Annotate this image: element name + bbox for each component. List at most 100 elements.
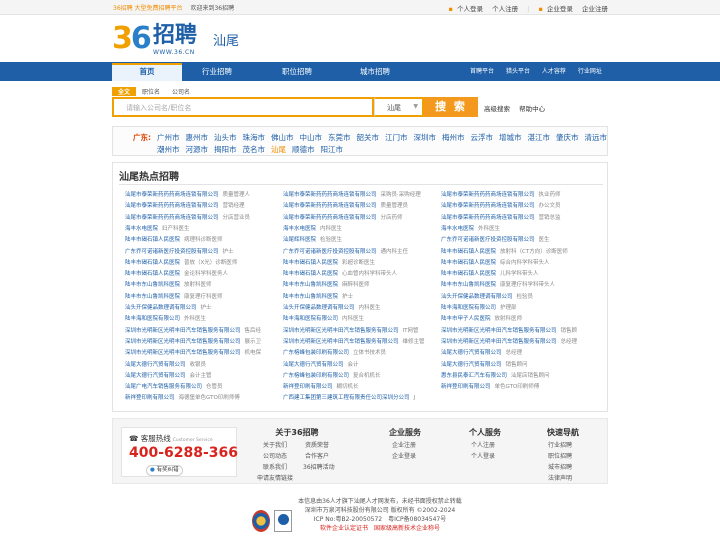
footer-link[interactable]: 公司动态	[263, 451, 287, 460]
job-link[interactable]: 护士	[342, 294, 353, 300]
search-tab-position[interactable]: 职位名	[136, 87, 166, 96]
footer-link[interactable]: 联系我们	[263, 462, 287, 471]
job-link[interactable]: 仓管员	[206, 384, 223, 390]
city-link[interactable]: 阳江市	[321, 145, 344, 154]
search-tab-company[interactable]: 公司名	[166, 87, 196, 96]
job-link[interactable]: 康复理疗科医师	[184, 294, 223, 300]
company-link[interactable]: 陆丰市东山鲁凯科医院	[125, 282, 180, 288]
job-link[interactable]: 执业药师	[539, 192, 561, 198]
city-link[interactable]: 肇庆市	[556, 133, 579, 142]
job-link[interactable]: 妇产科医生	[162, 226, 190, 232]
job-link[interactable]: 通内科主任	[381, 249, 409, 255]
job-link[interactable]: 单色GTO印刷师傅	[495, 384, 540, 390]
company-link[interactable]: 深圳市光明新区光明丰田汽车销售服务有限公司	[125, 328, 241, 334]
company-link[interactable]: 陆丰市碣石镇人民医院	[283, 271, 338, 277]
job-link[interactable]: 外科医生	[184, 316, 206, 322]
job-link[interactable]: 内科医生	[320, 226, 342, 232]
nav-link-talent[interactable]: 人才容荐	[542, 68, 566, 75]
job-link[interactable]: 护理部	[500, 305, 517, 311]
job-link[interactable]: 放射科（CT方向）诊断医师	[500, 249, 568, 255]
company-link[interactable]: 汕尾广电汽车销售服务有限公司	[125, 384, 202, 390]
job-link[interactable]: 收银员	[190, 362, 207, 368]
company-link[interactable]: 广东乔可诺诸新医疗投资控股有限公司	[283, 249, 377, 255]
search-tab-fulltext[interactable]: 全文	[112, 87, 137, 96]
job-link[interactable]: 采购员·采购经理	[381, 192, 421, 198]
company-link[interactable]: 汕尾市泰荣新药药药商场连锁有限公司	[283, 192, 377, 198]
job-link[interactable]: 立体书技术员	[353, 350, 386, 356]
job-link[interactable]: 复合机机长	[353, 373, 381, 379]
search-input[interactable]: 请输入公司名/职位名	[112, 97, 374, 117]
company-link[interactable]: 海丰水电医院	[283, 226, 316, 232]
company-link[interactable]: 深圳市光明新区光明丰田汽车销售服务有限公司	[283, 328, 399, 334]
company-link[interactable]: 陆丰市碣石镇人民医院	[125, 271, 180, 277]
company-link[interactable]: 陆丰市碣石镇人民医院	[283, 260, 338, 266]
company-link[interactable]: 汕尾大德行汽贸有限公司	[441, 350, 502, 356]
city-link[interactable]: 东莞市	[328, 133, 351, 142]
company-link[interactable]: 汕尾市泰荣新药药药商场连锁有限公司	[125, 203, 219, 209]
job-link[interactable]: 营销经理	[223, 203, 245, 209]
company-link[interactable]: 广东榕峰包装印刷有限公司	[283, 373, 349, 379]
company-link[interactable]: 汕尾辉科医院	[283, 237, 316, 243]
company-link[interactable]: 陆丰市东山鲁凯科医院	[283, 294, 338, 300]
company-link[interactable]: 汕头开保健品数理调有限公司	[283, 305, 355, 311]
job-link[interactable]: 销售顾问	[506, 362, 528, 368]
city-select[interactable]: 汕尾 ▼	[374, 97, 424, 117]
city-link[interactable]: 中山市	[300, 133, 323, 142]
job-link[interactable]: 汕尾店销售顾问	[511, 373, 550, 379]
city-link[interactable]: 湛江市	[528, 133, 551, 142]
job-link[interactable]: 护士	[201, 305, 212, 311]
job-link[interactable]: 医生	[539, 237, 550, 243]
footer-link[interactable]: 企业登录	[392, 451, 416, 460]
footer-link[interactable]: 城市招聘	[548, 462, 572, 471]
nav-link-industry-url[interactable]: 行业网址	[578, 68, 602, 75]
job-link[interactable]: 护士	[223, 249, 234, 255]
company-link[interactable]: 广西建工集团第三建筑工程有限责任公司深圳分公司	[283, 395, 410, 401]
company-link[interactable]: 陆丰市碣石镇人民医院	[125, 237, 180, 243]
job-link[interactable]: 糊切机长	[337, 384, 359, 390]
footer-link[interactable]: 企业注册	[392, 440, 416, 449]
job-link[interactable]: 会计主管	[190, 373, 212, 379]
job-link[interactable]: 病理科诊断医师	[184, 237, 223, 243]
footer-link[interactable]: 个人登录	[471, 451, 495, 460]
city-link[interactable]: 惠州市	[186, 133, 209, 142]
company-link[interactable]: 汕尾市泰荣新药药药商场连锁有限公司	[441, 192, 535, 198]
job-link[interactable]: 销售顾	[561, 328, 578, 334]
company-link[interactable]: 广东乔可诺诸新医疗投资控股有限公司	[441, 237, 535, 243]
company-register-link[interactable]: 企业注册	[582, 5, 608, 13]
search-button[interactable]: 搜 索	[424, 97, 478, 117]
company-link[interactable]: 深圳市光明新区光明丰田汽车销售服务有限公司	[125, 339, 241, 345]
company-link[interactable]: 汕尾大德行汽贸有限公司	[125, 373, 186, 379]
personal-login-link[interactable]: 个人登录	[457, 5, 483, 13]
footer-link[interactable]: 合作客户	[305, 451, 329, 460]
advanced-search-link[interactable]: 高级搜索	[484, 105, 510, 113]
company-link[interactable]: 惠东县民泰汇汽车有限公司	[441, 373, 507, 379]
company-link[interactable]: 新祥登印刷有限公司	[283, 384, 333, 390]
city-link[interactable]: 潮州市	[157, 145, 180, 154]
job-link[interactable]: 麻醉科医师	[342, 282, 370, 288]
company-link[interactable]: 新祥登印刷有限公司	[441, 384, 491, 390]
feedback-button[interactable]: ● 有奖纠错	[146, 465, 183, 476]
company-link[interactable]: 汕尾市泰荣新药药药商场连锁有限公司	[283, 215, 377, 221]
company-link[interactable]: 汕尾市泰荣新药药药商场连锁有限公司	[441, 215, 535, 221]
company-link[interactable]: 新祥登印刷有限公司	[125, 395, 175, 401]
company-link[interactable]: 深圳市光明新区光明丰田汽车销售服务有限公司	[283, 339, 399, 345]
city-link[interactable]: 清远市	[585, 133, 608, 142]
company-link[interactable]: 陆丰市碣石镇人民医院	[441, 271, 496, 277]
city-link[interactable]: 韶关市	[357, 133, 380, 142]
job-link[interactable]: 康复理疗科学科带头人	[500, 282, 555, 288]
nav-link-headhunter[interactable]: 猎头平台	[506, 68, 530, 75]
tab-home[interactable]: 首页	[112, 63, 182, 81]
company-link[interactable]: 陆丰海和医院有限公司	[125, 316, 180, 322]
company-link[interactable]: 汕头开保健品数理调有限公司	[125, 305, 197, 311]
footer-link[interactable]: 法律声明	[548, 473, 572, 482]
job-link[interactable]: 放射科医师	[184, 282, 212, 288]
job-link[interactable]: 检验医生	[320, 237, 342, 243]
city-link[interactable]: 汕头市	[214, 133, 237, 142]
job-link[interactable]: 售后经	[245, 328, 262, 334]
job-link[interactable]: 总经理	[506, 350, 523, 356]
company-link[interactable]: 汕尾市泰荣新药药药商场连锁有限公司	[441, 203, 535, 209]
job-link[interactable]: 儿科学科带头人	[500, 271, 539, 277]
job-link[interactable]: 检验员	[517, 294, 534, 300]
company-link[interactable]: 陆丰市东山鲁凯科医院	[125, 294, 180, 300]
company-link[interactable]: 广东乔可诺诸新医疗投资控股有限公司	[125, 249, 219, 255]
